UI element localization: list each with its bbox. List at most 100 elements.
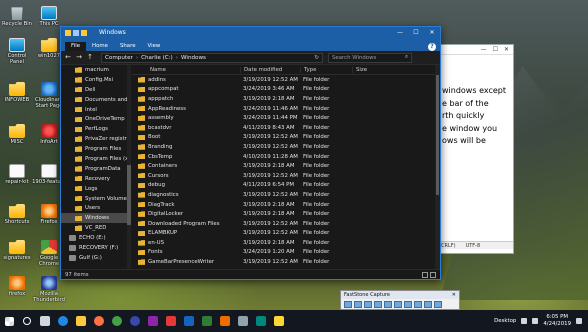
capture-fullscreen-icon[interactable] [384,301,392,308]
minimize-icon[interactable]: — [481,46,487,53]
file-row[interactable]: Boot 3/19/2019 12:52 AM File folder [132,133,440,143]
file-row[interactable]: assembly 3/24/2019 11:44 PM File folder [132,113,440,123]
capture-window-icon[interactable] [344,301,352,308]
file-row[interactable]: debug 4/11/2019 6:54 PM File folder [132,181,440,191]
explorer-titlebar[interactable]: Windows — ☐ ✕ [61,27,440,38]
nav-item[interactable]: Documents and [61,95,130,105]
file-row[interactable]: ELAMBKUP 3/19/2019 12:52 AM File folder [132,229,440,239]
breadcrumb-computer[interactable]: Computer [105,55,133,61]
faststone-capture-toolbar[interactable]: FastStone Capture ✕ [340,290,460,310]
notepad-text-area[interactable]: windows except e bar of the rth quickly … [441,55,513,148]
desktop-icon[interactable]: Shortcuts [0,204,34,225]
nav-item[interactable]: RECOVERY (F:) [61,243,130,253]
column-header-type[interactable]: Type [300,66,352,73]
file-row[interactable]: AppReadiness 3/24/2019 11:46 AM File folde… [132,104,440,114]
capture-scrolling-icon[interactable] [394,301,402,308]
minimize-button[interactable]: — [392,27,408,38]
details-view-icon[interactable] [422,271,428,278]
desktop-icon[interactable]: signatures [0,240,34,261]
nav-item[interactable]: Program Files [61,144,130,154]
capture-video-icon[interactable] [414,301,422,308]
close-button[interactable]: ✕ [424,27,440,38]
nav-item[interactable]: Logs [61,184,130,194]
nav-item[interactable]: OneDriveTemp [61,114,130,124]
taskbar-thunderbird-button[interactable] [126,310,144,332]
taskbar-explorer-button[interactable] [72,310,90,332]
nav-scrollbar[interactable] [127,65,131,271]
nav-item[interactable]: System Volume I [61,194,130,204]
address-bar[interactable]: Computer › Charlie (C:) › Windows ↻ [101,52,323,63]
faststone-titlebar[interactable]: FastStone Capture ✕ [341,291,459,299]
forward-arrow-icon[interactable]: → [75,53,83,62]
taskbar-app-teal-button[interactable] [252,310,270,332]
file-row[interactable]: appcompat 3/24/2019 3:46 AM File folder [132,85,440,95]
taskbar-firefox-button[interactable] [90,310,108,332]
desktop-icon[interactable]: repair-kit [0,164,34,185]
clock[interactable]: 6:05 PM 4/24/2019 [543,314,571,328]
file-row[interactable]: DigitalLocker 3/19/2019 2:18 AM File folde… [132,209,440,219]
file-row[interactable]: GameBarPresenceWriter 3/19/2019 12:52 AM F… [132,257,440,267]
gear-icon[interactable] [434,301,442,308]
desktop-icon[interactable]: Control Panel [0,38,34,65]
breadcrumb-separator-icon[interactable]: › [136,55,138,61]
column-header-size[interactable]: Size [352,66,392,73]
file-row[interactable]: addins 3/19/2019 12:52 AM File folder [132,75,440,85]
file-row[interactable]: diagnostics 3/19/2019 12:52 AM File folder [132,190,440,200]
taskbar-app-purple-button[interactable] [144,310,162,332]
taskbar-app-orange-button[interactable] [216,310,234,332]
file-list-scrollbar[interactable] [435,65,440,271]
taskbar-task-view-button[interactable] [36,310,54,332]
folder-icon[interactable] [65,29,71,36]
file-row[interactable]: CbsTemp 4/10/2019 11:28 AM File folder [132,152,440,162]
taskbar-app-blue-button[interactable] [180,310,198,332]
file-row[interactable]: Cursors 3/19/2019 12:52 AM File folder [132,171,440,181]
explorer-window[interactable]: Windows — ☐ ✕ File Home Share View ? ← →… [60,26,441,280]
nav-item[interactable]: ProgramData [61,164,130,174]
column-header-name[interactable]: Name [132,67,240,73]
file-list[interactable]: Name Date modified Type Size addins 3/19/… [132,65,440,271]
capture-fixed-icon[interactable] [404,301,412,308]
desktop-toolbar-label[interactable]: Desktop [494,318,516,324]
taskbar-app-green-button[interactable] [198,310,216,332]
desktop-icon[interactable]: Recycle Bin [0,6,34,27]
refresh-icon[interactable]: ↻ [314,55,322,61]
file-row[interactable]: en-US 3/19/2019 2:18 AM File folder [132,238,440,248]
file-row[interactable]: Fonts 3/24/2019 1:20 AM File folder [132,248,440,258]
breadcrumb-drive[interactable]: Charlie (C:) [141,55,173,61]
taskbar-edge-button[interactable] [54,310,72,332]
file-row[interactable]: DiagTrack 3/19/2019 2:18 AM File folder [132,200,440,210]
nav-item[interactable]: Config.Msi [61,75,130,85]
large-icons-view-icon[interactable] [430,271,436,278]
taskbar-app-red-button[interactable] [162,310,180,332]
network-icon[interactable] [521,318,528,324]
up-arrow-icon[interactable]: ↑ [86,53,94,62]
desktop-icon[interactable]: Mozilla Thunderbird [32,276,66,303]
desktop-icon[interactable]: firefox [0,276,34,297]
nav-item[interactable]: Dell [61,85,130,95]
notepad-titlebar[interactable]: — ☐ ✕ [441,45,513,55]
capture-rectangle-icon[interactable] [364,301,372,308]
breadcrumb-windows[interactable]: Windows [181,55,206,61]
nav-item[interactable]: PerfLogs [61,124,130,134]
file-list-scrollbar-thumb[interactable] [436,75,439,195]
tab-view[interactable]: View [142,43,167,51]
tab-home[interactable]: Home [86,43,114,51]
properties-icon[interactable] [73,29,79,36]
desktop-icon[interactable]: INFOWEB [0,82,34,103]
maximize-icon[interactable]: ☐ [493,46,498,53]
capture-object-icon[interactable] [354,301,362,308]
capture-freehand-icon[interactable] [374,301,382,308]
help-icon[interactable]: ? [428,43,436,51]
new-folder-icon[interactable] [81,29,87,36]
nav-scrollbar-thumb[interactable] [127,165,131,225]
close-icon[interactable]: ✕ [504,46,509,53]
taskbar-app-gray-button[interactable] [234,310,252,332]
file-row[interactable]: Downloaded Program Files 3/19/2019 12:52 … [132,219,440,229]
nav-item[interactable]: PrivaZer registry [61,134,130,144]
taskbar-search-button[interactable] [18,310,36,332]
tab-file[interactable]: File [65,42,87,51]
notification-icon[interactable] [576,318,582,324]
settings-icon[interactable] [424,301,432,308]
close-icon[interactable]: ✕ [452,292,459,298]
file-row[interactable]: apppatch 3/19/2019 2:18 AM File folder [132,94,440,104]
